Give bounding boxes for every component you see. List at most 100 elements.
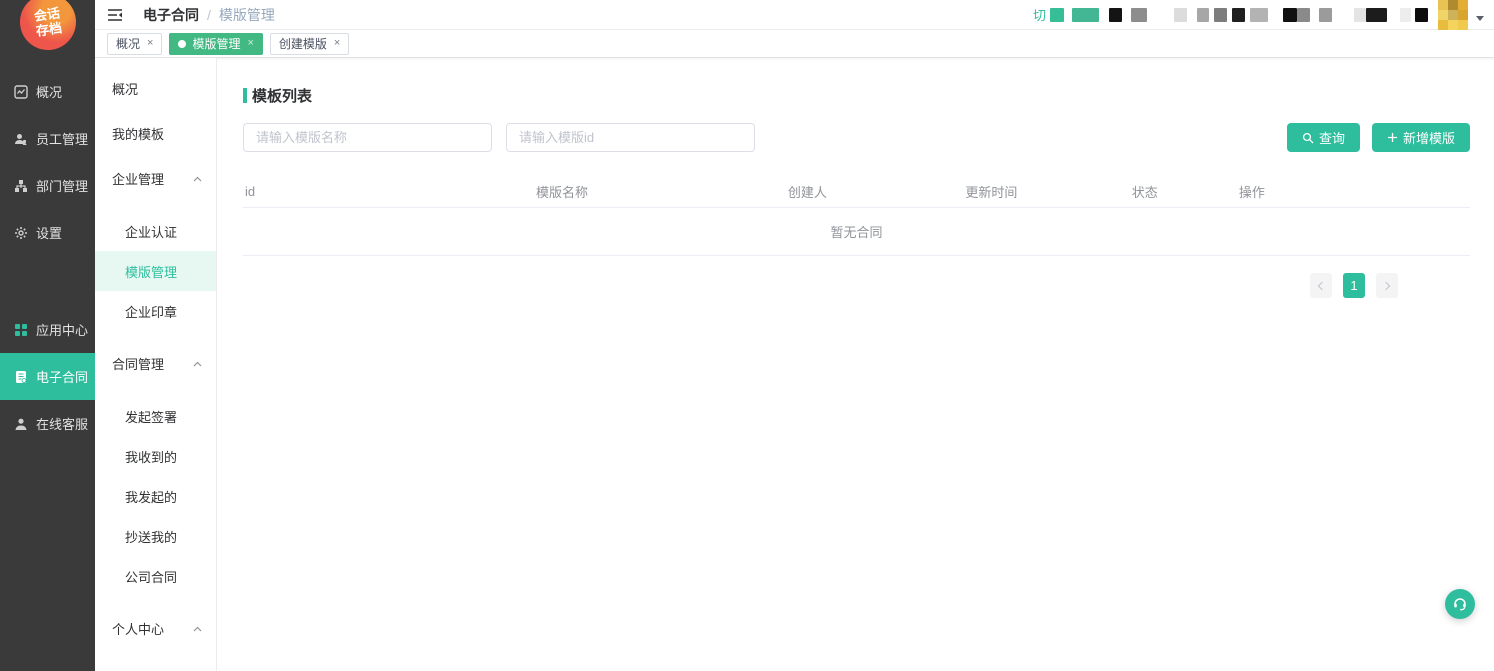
sidebar-item-label: 概况 — [36, 82, 62, 101]
close-icon[interactable]: × — [334, 38, 340, 49]
sidebar-item-label: 设置 — [36, 223, 62, 242]
breadcrumb: 电子合同 / 模版管理 — [143, 5, 275, 25]
sidebar-item-label: 员工管理 — [36, 129, 88, 148]
column-header-id: id — [243, 184, 439, 199]
chevron-down-icon[interactable] — [1476, 16, 1484, 21]
sidebar-item-label: 电子合同 — [36, 367, 88, 386]
redacted-block — [1109, 8, 1122, 22]
redacted-block — [1366, 8, 1387, 22]
support-icon — [13, 416, 28, 431]
sidebar-item-label: 在线客服 — [36, 414, 88, 433]
submenu-item-initiated-by-me[interactable]: 我发起的 — [95, 476, 216, 516]
close-icon[interactable]: × — [147, 38, 153, 49]
section-title: 模板列表 — [243, 85, 1470, 106]
chevron-up-icon — [193, 626, 202, 632]
submenu-label: 公司合同 — [125, 567, 177, 586]
tab-label: 创建模版 — [279, 35, 327, 52]
redacted-block — [1197, 8, 1209, 22]
redacted-block — [1400, 8, 1411, 22]
submenu-item-enterprise-certification[interactable]: 企业认证 — [95, 211, 216, 251]
submenu-item-received-by-me[interactable]: 我收到的 — [95, 436, 216, 476]
submenu-item-cc-to-me[interactable]: 抄送我的 — [95, 516, 216, 556]
redacted-link-text[interactable]: 切 — [1033, 5, 1046, 24]
redacted-block — [1131, 8, 1147, 22]
column-header-creator: 创建人 — [685, 182, 930, 201]
headset-icon — [1452, 596, 1468, 612]
user-avatar[interactable] — [1438, 0, 1468, 30]
redacted-block — [1050, 8, 1064, 22]
column-header-template-name: 模版名称 — [439, 182, 684, 201]
submenu-item-initiate-signing[interactable]: 发起签署 — [95, 396, 216, 436]
redacted-block — [1072, 8, 1099, 22]
submenu-label: 个人中心 — [112, 619, 164, 638]
submenu-group-contract-management[interactable]: 合同管理 — [95, 341, 216, 386]
submenu-label: 合同管理 — [112, 354, 164, 373]
close-icon[interactable]: × — [247, 38, 253, 49]
submenu-group-personal-center[interactable]: 个人中心 — [95, 606, 216, 651]
employees-icon — [13, 131, 28, 146]
redacted-block — [1250, 8, 1268, 22]
query-button-label: 查询 — [1319, 128, 1345, 147]
submenu-label: 抄送我的 — [125, 527, 177, 546]
customer-service-button[interactable] — [1445, 589, 1475, 619]
submenu-item-overview[interactable]: 概况 — [95, 66, 216, 111]
redacted-block — [1214, 8, 1227, 22]
breadcrumb-separator: / — [207, 7, 211, 23]
tab-label: 概况 — [116, 35, 140, 52]
submenu-item-enterprise-seal[interactable]: 企业印章 — [95, 291, 216, 331]
sidebar-item-departments[interactable]: 部门管理 — [0, 162, 95, 209]
submenu-label: 企业认证 — [125, 222, 177, 241]
submenu-label: 企业印章 — [125, 302, 177, 321]
sidebar-item-app-center[interactable]: 应用中心 — [0, 306, 95, 353]
submenu-label: 我发起的 — [125, 487, 177, 506]
pagination-prev-button[interactable] — [1310, 273, 1332, 298]
chevron-right-icon — [1382, 281, 1390, 289]
sidebar-item-employees[interactable]: 员工管理 — [0, 115, 95, 162]
search-icon — [1302, 132, 1314, 144]
sidebar-item-overview[interactable]: 概况 — [0, 68, 95, 115]
search-toolbar: 查询 新增模版 — [243, 123, 1470, 152]
submenu-item-company-contracts[interactable]: 公司合同 — [95, 556, 216, 596]
chevron-up-icon — [193, 361, 202, 367]
add-template-button[interactable]: 新增模版 — [1372, 123, 1470, 152]
query-button[interactable]: 查询 — [1287, 123, 1360, 152]
menu-fold-icon[interactable] — [107, 7, 125, 23]
submenu-item-template-management[interactable]: 模版管理 — [95, 251, 216, 291]
tab-create-template[interactable]: 创建模版 × — [270, 33, 349, 55]
submenu-group-enterprise-management[interactable]: 企业管理 — [95, 156, 216, 201]
pagination-next-button[interactable] — [1376, 273, 1398, 298]
sidebar-item-settings[interactable]: 设置 — [0, 209, 95, 256]
secondary-sidebar: 概况 我的模板 企业管理 企业认证 模版管理 企业印章 — [95, 58, 217, 671]
template-id-input[interactable] — [506, 123, 755, 152]
submenu-label: 我收到的 — [125, 447, 177, 466]
tab-template-management[interactable]: 模版管理 × — [169, 33, 262, 55]
redacted-block — [1174, 8, 1187, 22]
body-row: 概况 我的模板 企业管理 企业认证 模版管理 企业印章 — [95, 58, 1494, 671]
submenu-label: 概况 — [112, 79, 138, 98]
chevron-left-icon — [1318, 281, 1326, 289]
pagination-page-1[interactable]: 1 — [1343, 273, 1365, 298]
page-title: 模板列表 — [252, 85, 312, 106]
pagination: 1 — [243, 273, 1398, 298]
column-header-actions: 操作 — [1237, 182, 1470, 201]
header-user-area: 切 — [1033, 0, 1484, 29]
settings-icon — [13, 225, 28, 240]
top-header: 电子合同 / 模版管理 切 — [95, 0, 1494, 30]
main-content: 模板列表 查询 新增模版 — [217, 58, 1494, 671]
template-table: id 模版名称 创建人 更新时间 状态 操作 暂无合同 — [243, 176, 1470, 256]
sidebar-item-e-contract[interactable]: 电子合同 — [0, 353, 95, 400]
redacted-block — [1232, 8, 1245, 22]
submenu-item-my-templates[interactable]: 我的模板 — [95, 111, 216, 156]
template-name-input[interactable] — [243, 123, 492, 152]
sidebar-item-online-support[interactable]: 在线客服 — [0, 400, 95, 447]
overview-icon — [13, 84, 28, 99]
redacted-block — [1297, 8, 1310, 22]
submenu-label: 企业管理 — [112, 169, 164, 188]
add-button-label: 新增模版 — [1403, 128, 1455, 147]
table-empty-state: 暂无合同 — [243, 208, 1470, 256]
app-window: 会话 存档 概况 员工管理 部门管理 — [0, 0, 1494, 671]
sidebar-item-label: 应用中心 — [36, 320, 88, 339]
tab-overview[interactable]: 概况 × — [107, 33, 162, 55]
table-header-row: id 模版名称 创建人 更新时间 状态 操作 — [243, 176, 1470, 208]
breadcrumb-root[interactable]: 电子合同 — [143, 5, 199, 25]
